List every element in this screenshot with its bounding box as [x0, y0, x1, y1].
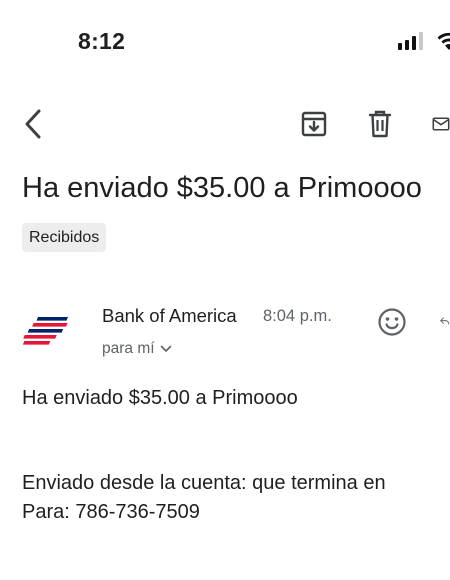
emoji-icon: [378, 308, 406, 336]
recipient-details-toggle[interactable]: para mí: [102, 340, 172, 358]
sender-name: Bank of America: [102, 305, 237, 326]
wifi-icon: [436, 30, 450, 57]
add-reaction-button[interactable]: [374, 304, 410, 340]
mark-unread-button[interactable]: [428, 106, 450, 142]
email-body-line-3: Para: 786-736-7509: [22, 501, 200, 523]
arrow-back-icon: [25, 109, 41, 139]
status-bar-time: 8:12: [78, 28, 126, 54]
recipient-label: para mí: [102, 340, 155, 357]
sender-avatar[interactable]: [22, 312, 80, 352]
email-time: 8:04 p.m.: [263, 307, 332, 325]
delete-button[interactable]: [362, 106, 398, 142]
mail-icon: [432, 117, 450, 131]
back-button[interactable]: [14, 104, 52, 144]
trash-icon: [368, 110, 392, 138]
email-body-line-2: Enviado desde la cuenta: que termina en: [22, 472, 386, 494]
archive-icon: [301, 111, 327, 137]
cellular-signal-icon: [398, 32, 432, 50]
reply-button[interactable]: [436, 306, 450, 336]
email-body-line-1: Ha enviado $35.00 a Primoooo: [22, 387, 298, 409]
reply-icon: [440, 317, 450, 325]
email-subject: Ha enviado $35.00 a Primoooo: [22, 172, 422, 204]
chevron-down-icon: [160, 345, 171, 352]
label-chip-inbox[interactable]: Recibidos: [22, 223, 107, 252]
archive-button[interactable]: [296, 106, 332, 142]
bank-of-america-logo: [22, 317, 68, 345]
